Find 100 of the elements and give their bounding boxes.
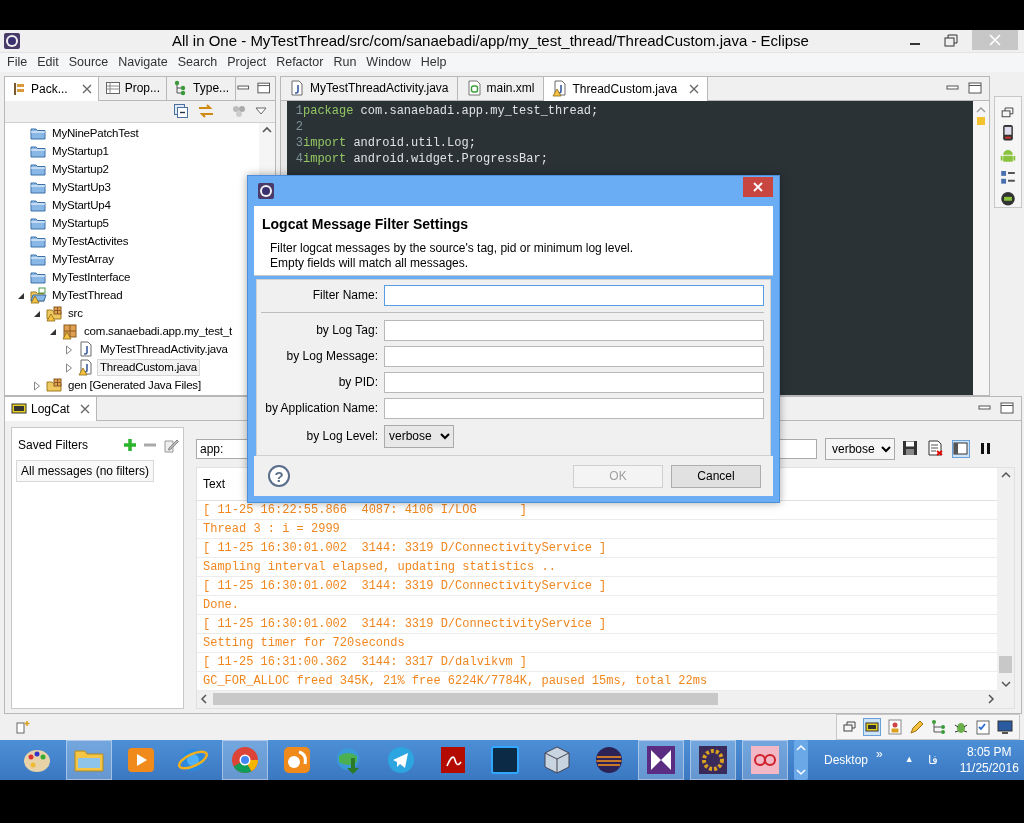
table-icon [104, 80, 121, 97]
tree-item[interactable]: MyTestThreadActivity.java [97, 341, 231, 359]
input-field[interactable] [384, 397, 764, 419]
tray-arrow-icon[interactable]: ▲ [904, 753, 914, 767]
tree-item[interactable]: MyTestInterface [49, 269, 134, 287]
close-icon[interactable] [79, 403, 90, 414]
menu-item[interactable]: Navigate [113, 53, 173, 72]
log-line: Setting timer for 720seconds [203, 635, 405, 650]
tree-item[interactable]: gen [Generated Java Files] [65, 377, 204, 395]
monitor-icon[interactable] [997, 718, 1013, 735]
view-tab[interactable]: Pack... [5, 76, 99, 101]
fast-view-icon[interactable] [16, 719, 30, 734]
menu-item[interactable]: Run [328, 53, 362, 72]
line-number: 1 [295, 103, 303, 118]
restore-icon[interactable] [843, 720, 857, 733]
line-number: 3 [295, 135, 303, 150]
tree-item[interactable]: MyStartUp4 [49, 197, 114, 215]
link-arrows-icon[interactable] [197, 103, 215, 120]
field-label: by Log Level: [305, 428, 379, 445]
square-icon[interactable] [489, 743, 521, 776]
menu-item[interactable]: Source [63, 53, 114, 72]
menu-item[interactable]: Help [415, 53, 452, 72]
tree-item[interactable]: MyTestThread [49, 287, 126, 305]
clear-log-icon[interactable] [927, 439, 945, 458]
input-field[interactable] [384, 284, 764, 306]
tree-item[interactable]: MyStartup2 [49, 161, 112, 179]
tree-item[interactable]: MyStartUp3 [49, 179, 114, 197]
maximize-icon[interactable] [967, 80, 983, 97]
input-field[interactable] [384, 371, 764, 393]
close-button[interactable] [743, 177, 773, 197]
save-icon[interactable] [902, 439, 920, 458]
close-icon[interactable] [689, 83, 700, 94]
tree-item[interactable]: MyTestActivites [49, 233, 132, 251]
tree-item[interactable]: ThreadCustom.java [97, 359, 200, 377]
restore-icon[interactable] [1001, 106, 1015, 119]
panel-title: Saved Filters [18, 436, 89, 454]
close-icon[interactable] [81, 83, 92, 94]
scroll-arrows-icon[interactable] [794, 739, 808, 780]
menu-item[interactable]: Refactor [271, 53, 329, 72]
gear-icon[interactable] [697, 743, 729, 776]
log-line: GC_FOR_ALLOC freed 345K, 21% free 6224K/7784K, paused 15ms, total 22ms [203, 673, 708, 688]
tree-item[interactable]: src [65, 305, 86, 323]
device-icon[interactable] [863, 717, 881, 736]
pen-icon[interactable] [909, 718, 925, 735]
contact-card-icon[interactable] [887, 718, 903, 735]
field-label: by PID: [337, 374, 379, 391]
input-field[interactable] [384, 345, 764, 367]
tree-icon[interactable] [931, 718, 947, 735]
tree-item[interactable]: MyTestArray [49, 251, 117, 269]
field-label: Filter Name: [311, 287, 379, 304]
circle-icon[interactable] [1000, 191, 1016, 207]
dialog-heading: Logcat Message Filter Settings [262, 215, 470, 234]
scroll-thumb[interactable] [213, 693, 718, 706]
vertical-scrollbar[interactable] [997, 467, 1014, 691]
menu-item[interactable]: Window [361, 53, 416, 72]
close-icon [753, 182, 763, 192]
package-icon [11, 80, 27, 97]
tree-item[interactable]: MyNinePatchTest [49, 125, 142, 143]
rings-icon[interactable] [749, 743, 781, 776]
log-line: Thread 3 : i = 2999 [203, 521, 340, 536]
dots-icon[interactable] [231, 103, 247, 120]
chevron-icon[interactable]: » [876, 744, 883, 763]
level-dropdown[interactable]: verbose [384, 424, 454, 448]
help-button[interactable]: ? [268, 465, 290, 487]
list-icon[interactable] [1000, 169, 1016, 186]
toolbar-label[interactable]: Desktop [824, 750, 869, 769]
tree-item[interactable]: MyStartup1 [49, 143, 112, 161]
menu-item[interactable]: File [2, 53, 33, 72]
dialog-description: Filter logcat messages by the source's tag, pid or minimum log level. [269, 241, 635, 256]
field-label: by Log Tag: [315, 322, 379, 339]
log-line: Sampling interval elapsed, updating statistics .. [203, 559, 556, 574]
field-label: by Log Message: [285, 348, 379, 365]
input-field[interactable] [384, 319, 764, 341]
add-icon[interactable] [123, 437, 137, 452]
tree-item[interactable]: com.sanaebadi.app.my_test_t [81, 323, 236, 341]
maximize-icon[interactable] [999, 400, 1015, 417]
menu-item[interactable]: Edit [32, 53, 64, 72]
view-tab[interactable]: LogCat [5, 396, 97, 421]
editor-tab[interactable]: ThreadCustom.java [543, 76, 709, 101]
scroll-thumb[interactable] [999, 655, 1012, 673]
field-label: by Application Name: [264, 400, 379, 417]
level-dropdown[interactable]: verbose [825, 437, 895, 460]
column-header[interactable]: Text [203, 474, 225, 493]
language-indicator[interactable]: فا [927, 750, 938, 769]
menu-item[interactable]: Search [172, 53, 223, 72]
clock-date[interactable]: 11/25/2016 [959, 759, 1019, 776]
collapse-all-icon[interactable] [173, 103, 189, 120]
log-line: [ 11-25 16:31:00.362 3144: 3317 D/dalvikvm ] [203, 654, 528, 669]
tree-item[interactable]: MyStartup5 [49, 215, 112, 233]
menu-item[interactable]: Project [222, 53, 272, 72]
clock-time[interactable]: 8:05 PM [966, 743, 1012, 760]
panel-icon[interactable] [952, 439, 970, 458]
bowtie-icon[interactable] [645, 743, 677, 776]
filter-item[interactable]: All messages (no filters) [16, 459, 155, 482]
view-menu-icon[interactable] [255, 106, 267, 117]
log-line: [ 11-25 16:30:01.002 3144: 3319 D/ConnectivityService ] [203, 578, 607, 593]
log-line: Done. [203, 597, 239, 612]
dialog-button[interactable]: Cancel [671, 464, 761, 488]
phone-icon[interactable] [1002, 124, 1014, 142]
clipboard-icon[interactable] [975, 718, 991, 735]
